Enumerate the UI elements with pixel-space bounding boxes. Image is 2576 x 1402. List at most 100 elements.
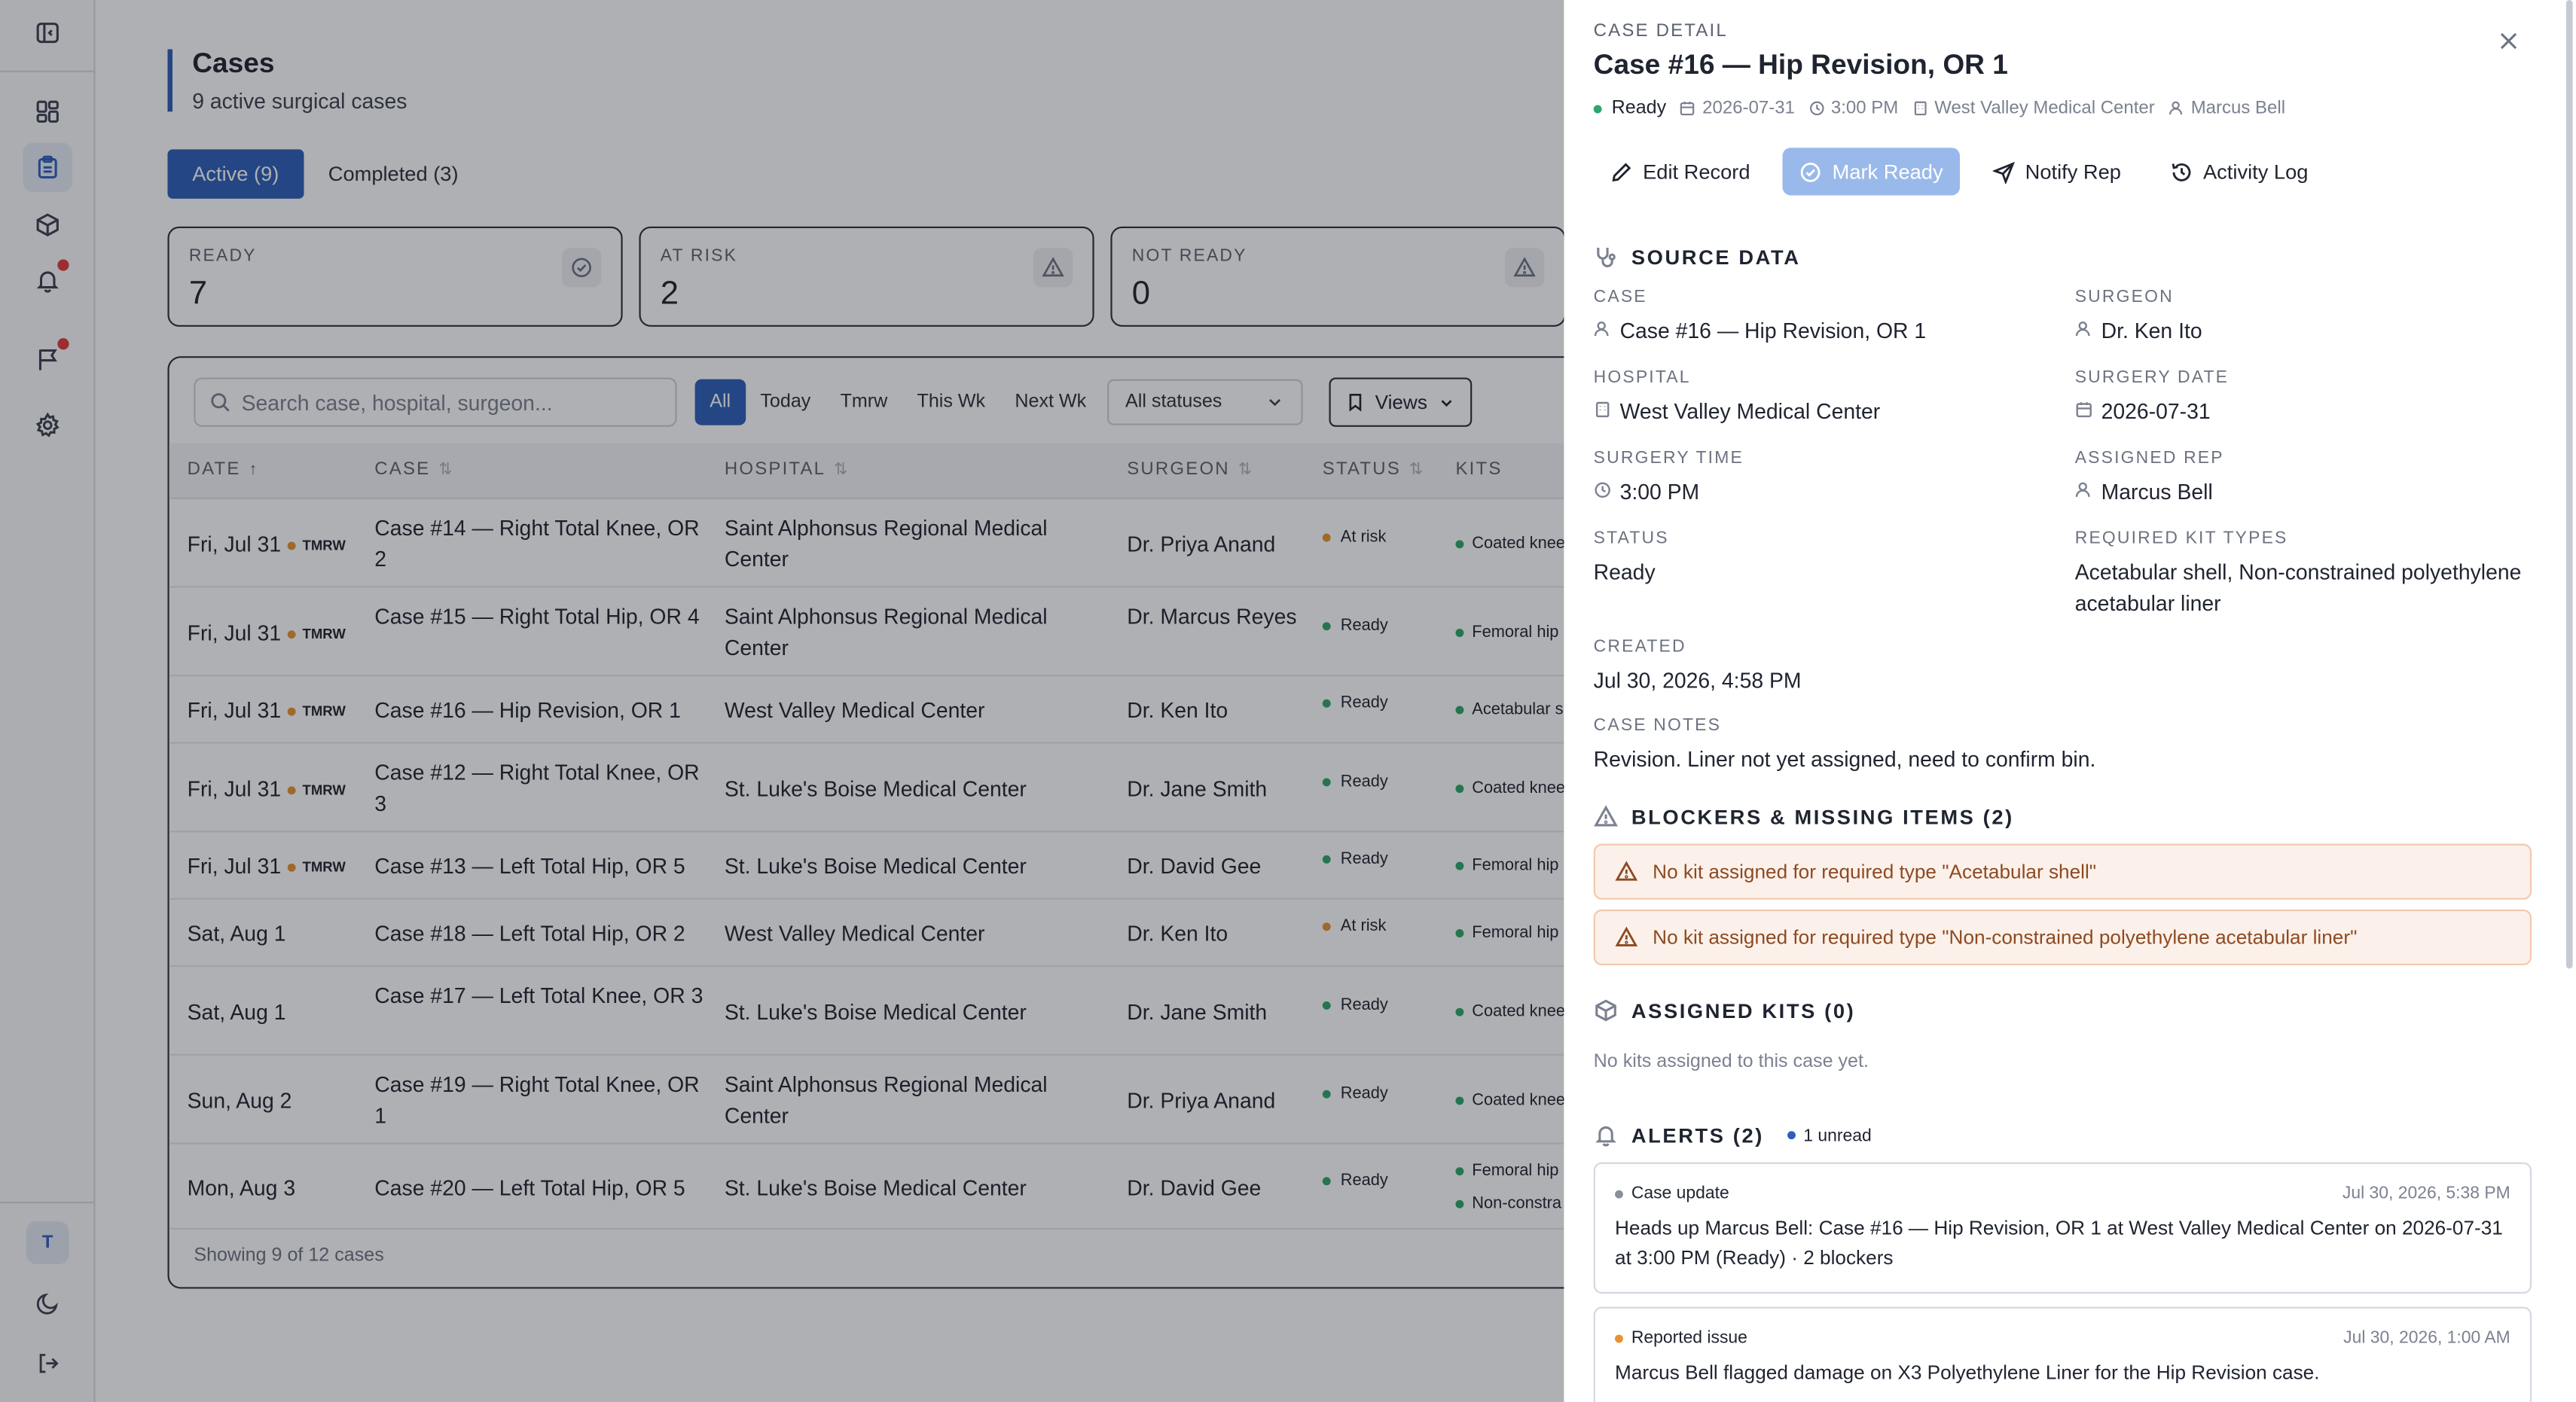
unread-text: 1 unread	[1803, 1125, 1872, 1145]
alert-kind-text: Reported issue	[1631, 1327, 1747, 1349]
field-label: REQUIRED KIT TYPES	[2074, 529, 2288, 549]
alert-message: Heads up Marcus Bell: Case #16 — Hip Rev…	[1615, 1216, 2503, 1269]
field-status: STATUS Ready	[1594, 529, 1669, 587]
alert-time: Jul 30, 2026, 1:00 AM	[2343, 1327, 2510, 1349]
status-badge: Ready	[1593, 98, 1667, 118]
field-assigned-rep: ASSIGNED REP Marcus Bell	[2075, 448, 2224, 507]
notify-rep-label: Notify Rep	[2025, 160, 2121, 184]
panel-actions: Edit Record Mark Ready Notify Rep Activi…	[1594, 148, 2325, 196]
field-value: Marcus Bell	[2075, 476, 2224, 507]
edit-record-button[interactable]: Edit Record	[1594, 148, 1767, 195]
building-icon	[1594, 395, 1612, 419]
blocker-text: No kit assigned for required type "Non-c…	[1653, 925, 2358, 949]
user-icon	[2168, 100, 2184, 117]
field-label: STATUS	[1593, 529, 1669, 549]
alert-card[interactable]: Reported issue Jul 30, 2026, 1:00 AM Mar…	[1593, 1306, 2532, 1402]
field-value: Dr. Ken Ito	[2075, 315, 2202, 346]
field-text: Marcus Bell	[2101, 479, 2213, 504]
clock-icon	[1808, 100, 1824, 117]
stethoscope-icon	[1594, 245, 1619, 270]
meta-hospital: West Valley Medical Center	[1912, 99, 2155, 118]
blocker-item: No kit assigned for required type "Aceta…	[1593, 843, 2532, 900]
field-surgery-time: SURGERY TIME 3:00 PM	[1594, 448, 1744, 507]
section-alerts: ALERTS (2) 1 unread	[1594, 1123, 1872, 1148]
panel-eyebrow: CASE DETAIL	[1593, 21, 1728, 41]
notify-rep-button[interactable]: Notify Rep	[1976, 148, 2138, 195]
meta-rep: Marcus Bell	[2168, 99, 2285, 118]
field-value: 2026-07-31	[2075, 395, 2229, 426]
field-text: Case #16 — Hip Revision, OR 1	[1619, 318, 1927, 343]
field-case-notes: CASE NOTES Revision. Liner not yet assig…	[1594, 716, 2530, 775]
close-icon[interactable]	[2494, 26, 2523, 56]
alert-header: Reported issue Jul 30, 2026, 1:00 AM	[1615, 1328, 2510, 1348]
warning-icon	[1615, 860, 1638, 883]
calendar-icon	[1680, 100, 1696, 117]
meta-date-text: 2026-07-31	[1702, 98, 1795, 118]
field-hospital: HOSPITAL West Valley Medical Center	[1594, 367, 1881, 426]
user-icon	[2075, 315, 2093, 339]
meta-date: 2026-07-31	[1680, 99, 1795, 118]
field-value: Acetabular shell, Non-constrained polyet…	[2074, 559, 2522, 616]
user-icon	[1594, 315, 1612, 339]
bell-icon	[1594, 1123, 1619, 1148]
section-title: ASSIGNED KITS (0)	[1631, 998, 1856, 1023]
clock-icon	[1594, 476, 1612, 499]
app-root: T Cases 9 active surgical cases Active (…	[0, 0, 2576, 1402]
meta-hospital-text: West Valley Medical Center	[1934, 98, 2155, 118]
field-label: ASSIGNED REP	[2074, 448, 2224, 468]
meta-rep-text: Marcus Bell	[2190, 98, 2286, 118]
alert-header: Case update Jul 30, 2026, 5:38 PM	[1615, 1184, 2510, 1203]
mark-ready-label: Mark Ready	[1832, 160, 1943, 184]
user-icon	[2075, 476, 2093, 499]
field-label: HOSPITAL	[1593, 367, 1691, 388]
status-text: Ready	[1611, 98, 1667, 118]
warning-icon	[1594, 804, 1619, 829]
panel-scrollbar[interactable]	[2565, 0, 2573, 969]
alert-kind-text: Case update	[1631, 1183, 1729, 1204]
section-title: BLOCKERS & MISSING ITEMS (2)	[1631, 805, 2014, 828]
building-icon	[1912, 100, 1928, 117]
field-value: Jul 30, 2026, 4:58 PM	[1593, 668, 1802, 693]
section-title: SOURCE DATA	[1631, 245, 1801, 269]
alert-time: Jul 30, 2026, 5:38 PM	[2342, 1183, 2510, 1204]
check-circle-icon	[1799, 160, 1823, 184]
alert-kind: Reported issue	[1615, 1328, 1747, 1348]
field-created: CREATED Jul 30, 2026, 4:58 PM	[1594, 637, 1802, 696]
no-kits-message: No kits assigned to this case yet.	[1593, 1052, 1869, 1072]
field-surgeon: SURGEON Dr. Ken Ito	[2075, 288, 2202, 346]
history-icon	[2170, 160, 2193, 184]
meta-time-text: 3:00 PM	[1830, 98, 1899, 118]
warning-icon	[1615, 926, 1638, 949]
field-value: Ready	[1593, 559, 1656, 585]
pencil-icon	[1610, 160, 1633, 184]
section-title: ALERTS (2)	[1631, 1123, 1764, 1147]
field-label: CASE NOTES	[1593, 715, 1722, 736]
calendar-icon	[2075, 395, 2093, 419]
field-text: 3:00 PM	[1619, 479, 1700, 504]
blocker-item: No kit assigned for required type "Non-c…	[1593, 909, 2532, 966]
activity-log-button[interactable]: Activity Log	[2154, 148, 2325, 195]
panel-title: Case #16 — Hip Revision, OR 1	[1593, 49, 2008, 81]
field-case: CASE Case #16 — Hip Revision, OR 1	[1594, 288, 1927, 346]
unread-badge: 1 unread	[1787, 1125, 1872, 1145]
case-meta: Ready 2026-07-31 3:00 PM West Valley Med…	[1593, 98, 2285, 118]
field-label: SURGERY DATE	[2074, 367, 2230, 388]
field-label: SURGEON	[2074, 287, 2174, 307]
alert-card[interactable]: Case update Jul 30, 2026, 5:38 PM Heads …	[1593, 1162, 2532, 1294]
field-kit-types: REQUIRED KIT TYPES Acetabular shell, Non…	[2075, 529, 2544, 619]
field-surgery-date: SURGERY DATE 2026-07-31	[2075, 367, 2229, 426]
field-text: West Valley Medical Center	[1619, 398, 1881, 424]
box-icon	[1594, 998, 1619, 1023]
field-label: SURGERY TIME	[1593, 448, 1744, 468]
mark-ready-button[interactable]: Mark Ready	[1783, 148, 1960, 196]
field-label: CASE	[1593, 287, 1647, 307]
activity-log-label: Activity Log	[2202, 160, 2309, 184]
alert-kind: Case update	[1615, 1184, 1729, 1203]
field-value: Case #16 — Hip Revision, OR 1	[1594, 315, 1927, 346]
modal-backdrop[interactable]	[0, 0, 1564, 1402]
field-value: Revision. Liner not yet assigned, need t…	[1593, 747, 2096, 772]
field-value: West Valley Medical Center	[1594, 395, 1881, 426]
field-text: 2026-07-31	[2101, 398, 2211, 424]
meta-time: 3:00 PM	[1808, 99, 1898, 118]
case-detail-panel: CASE DETAIL Case #16 — Hip Revision, OR …	[1564, 0, 2576, 1402]
